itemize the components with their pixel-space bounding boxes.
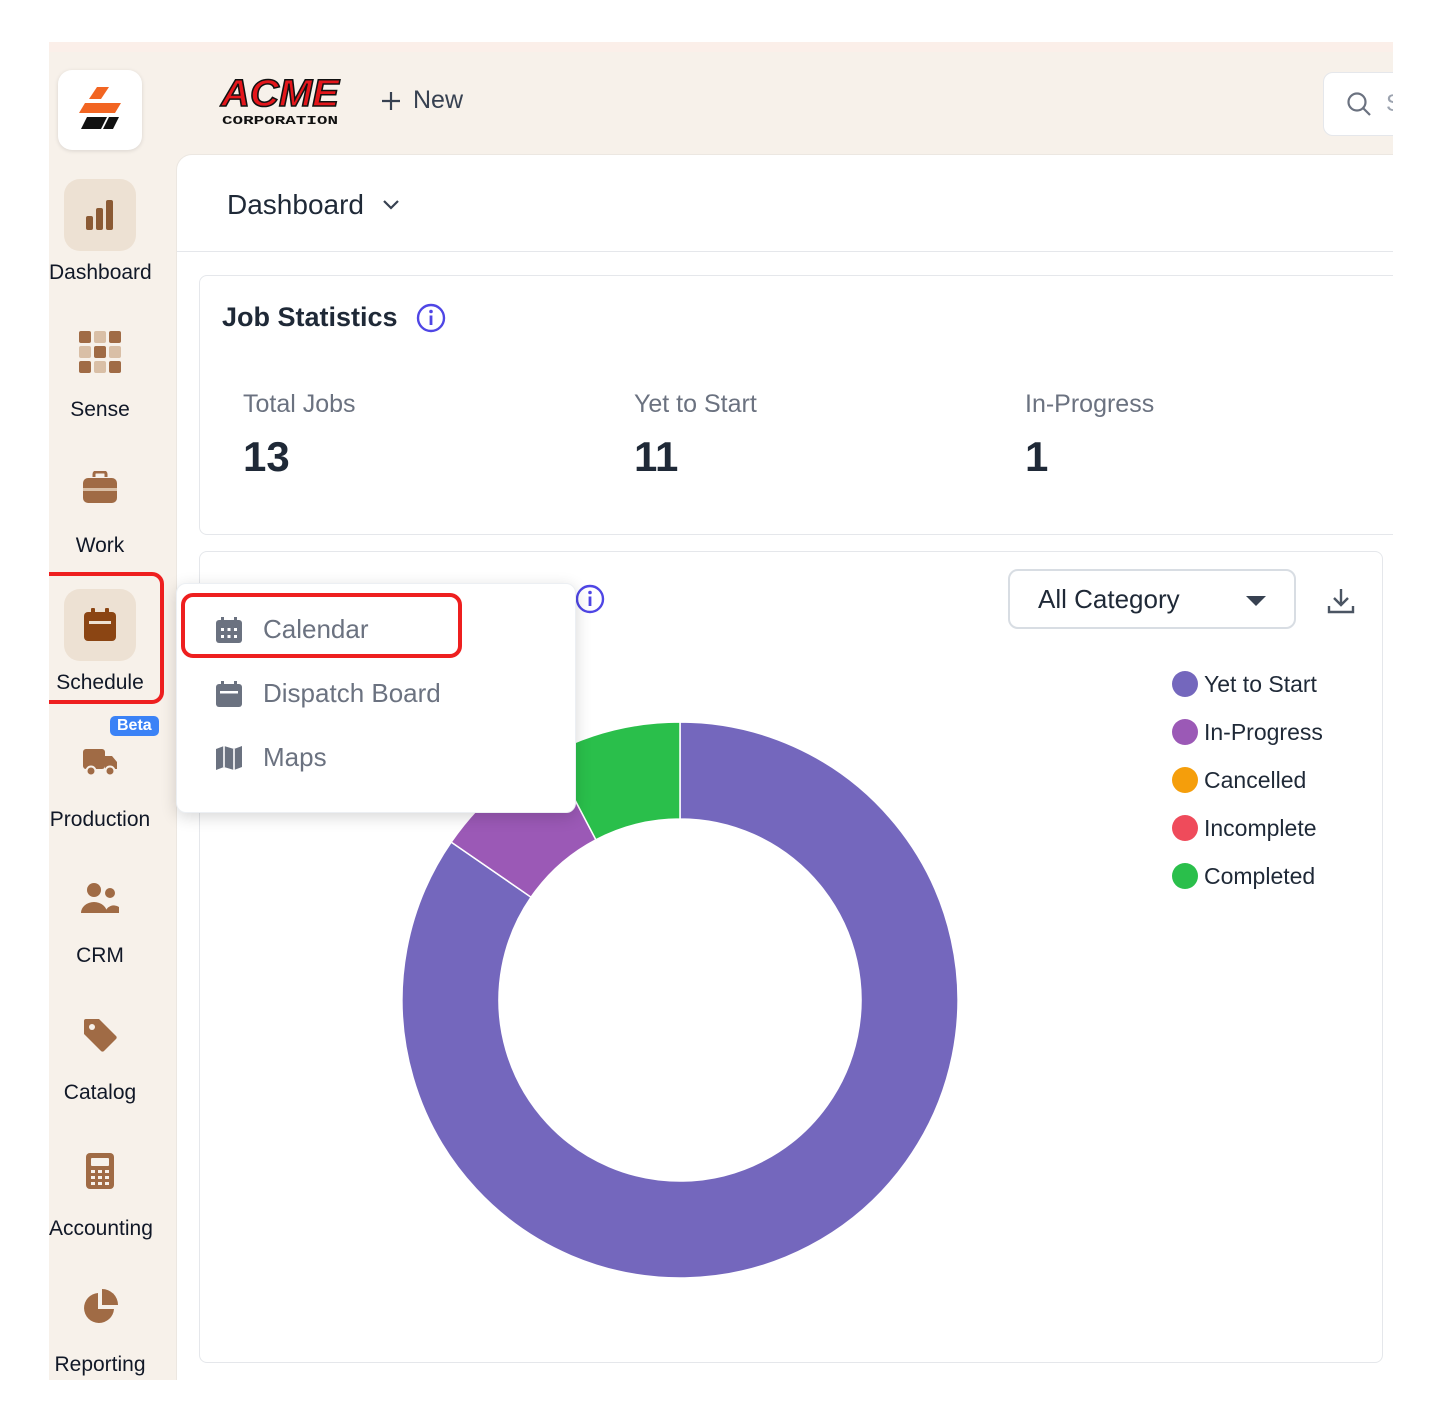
sidebar-item-label: Production [49, 808, 151, 831]
acme-logo[interactable]: ACME CORPORATION [219, 72, 343, 128]
app-logo-icon [79, 87, 121, 129]
job-statistics-card: Job Statistics Total Jobs 13 Yet to Star… [199, 275, 1393, 535]
search-placeholder: S [1386, 90, 1393, 118]
search-input[interactable]: S [1323, 72, 1393, 136]
sidebar-item-dashboard[interactable]: Dashboard [49, 179, 152, 285]
menu-item-maps[interactable]: Maps [215, 742, 327, 773]
grid-icon [64, 316, 136, 388]
calculator-icon [64, 1135, 136, 1207]
tag-icon [64, 999, 136, 1071]
sidebar-item-production[interactable]: Beta Production [49, 716, 159, 832]
stat-label: In-Progress [1025, 390, 1155, 418]
beta-badge: Beta [110, 716, 159, 736]
sidebar-item-label: Work [75, 534, 125, 557]
map-icon [216, 745, 242, 770]
sidebar-item-label: Accounting [49, 1217, 153, 1240]
top-strip [49, 42, 1393, 52]
sidebar-item-label: Dashboard [49, 261, 152, 284]
stat-value: 11 [634, 433, 679, 480]
sidebar-item-work[interactable]: Work [49, 452, 151, 558]
stat-total-jobs: Total Jobs 13 [243, 390, 356, 481]
dashboard-selector[interactable]: Dashboard [227, 189, 400, 221]
header-divider [177, 251, 1393, 252]
menu-item-label: Maps [263, 742, 327, 772]
bar-chart-icon [64, 179, 136, 251]
info-icon[interactable] [416, 303, 446, 333]
sidebar-item-reporting[interactable]: Reporting [49, 1271, 151, 1377]
calendar-icon [216, 680, 242, 707]
menu-item-dispatch-board[interactable]: Dispatch Board [215, 678, 441, 709]
stat-in-progress: In-Progress 1 [1025, 390, 1154, 481]
sidebar-item-catalog[interactable]: Catalog [49, 999, 151, 1105]
job-statistics-title: Job Statistics [222, 302, 446, 333]
calendar-highlight [181, 593, 462, 658]
pie-chart-icon [64, 1271, 136, 1343]
app-window: Dashboard Sense Work Schedule Beta Produ… [49, 42, 1393, 1380]
plus-icon [382, 91, 400, 110]
new-button-label: New [413, 86, 464, 114]
card-title-text: Job Statistics [222, 302, 398, 332]
users-icon [64, 862, 136, 934]
sidebar-item-sense[interactable]: Sense [49, 316, 151, 422]
chevron-down-icon [383, 200, 399, 210]
acme-brand-sub: CORPORATION [222, 114, 338, 128]
menu-item-label: Dispatch Board [263, 678, 441, 708]
new-button[interactable]: New [381, 86, 463, 115]
search-icon [1347, 92, 1371, 116]
app-logo[interactable] [58, 70, 142, 150]
stat-label: Yet to Start [634, 390, 757, 418]
page-title: Dashboard [227, 189, 364, 220]
sidebar-item-label: Catalog [63, 1081, 137, 1104]
sidebar-item-label: Reporting [54, 1353, 146, 1376]
stat-value: 13 [243, 433, 290, 480]
stat-value: 1 [1025, 433, 1049, 480]
briefcase-icon [64, 452, 136, 524]
sidebar-item-label: CRM [76, 944, 124, 967]
sidebar-item-accounting[interactable]: Accounting [49, 1135, 153, 1241]
sidebar-item-crm[interactable]: CRM [49, 862, 151, 968]
stat-label: Total Jobs [243, 390, 356, 418]
sidebar-item-label: Sense [70, 398, 130, 421]
truck-icon [64, 726, 136, 798]
stat-yet-to-start: Yet to Start 11 [634, 390, 757, 481]
acme-brand-text: ACME [220, 73, 341, 115]
schedule-highlight [49, 572, 164, 704]
